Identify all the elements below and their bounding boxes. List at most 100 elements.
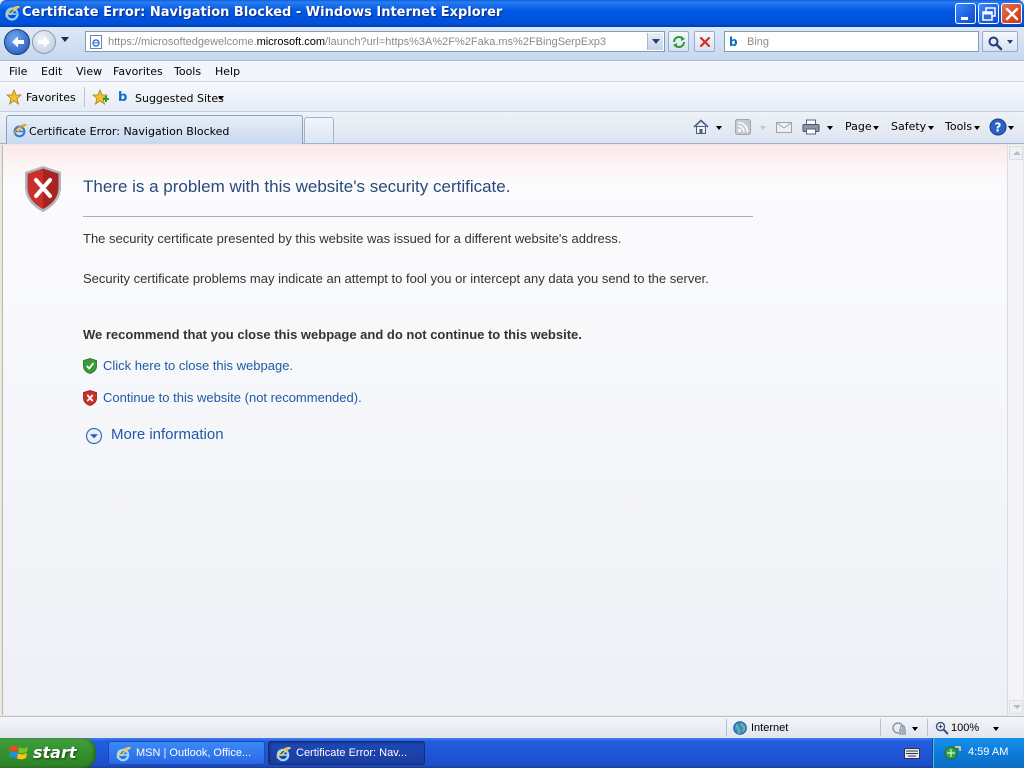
back-arrow-icon bbox=[12, 36, 24, 48]
search-button[interactable] bbox=[982, 31, 1018, 52]
scroll-down-button[interactable] bbox=[1009, 700, 1023, 714]
scroll-up-button[interactable] bbox=[1009, 146, 1023, 160]
start-label: start bbox=[33, 743, 77, 762]
status-separator bbox=[927, 719, 928, 736]
add-to-favorites-icon[interactable] bbox=[92, 89, 110, 105]
protected-mode-icon[interactable] bbox=[891, 720, 907, 736]
recommendation-text: We recommend that you close this webpage… bbox=[83, 327, 582, 342]
title-divider bbox=[83, 216, 753, 217]
menu-file[interactable]: File bbox=[9, 65, 27, 78]
favorites-star-icon[interactable] bbox=[6, 89, 22, 105]
error-description: The security certificate presented by th… bbox=[83, 231, 622, 246]
status-separator bbox=[726, 719, 727, 736]
chevron-down-icon[interactable] bbox=[1008, 126, 1014, 130]
shield-error-icon bbox=[25, 166, 61, 212]
chevron-down-icon[interactable] bbox=[827, 126, 833, 130]
tools-menu-button[interactable]: Tools bbox=[945, 120, 972, 133]
menu-help[interactable]: Help bbox=[215, 65, 240, 78]
compatibility-button[interactable] bbox=[668, 31, 689, 52]
taskbar-item-msn[interactable]: MSN | Outlook, Office... bbox=[108, 741, 265, 765]
chevron-down-icon[interactable] bbox=[912, 727, 918, 731]
windows-flag-icon bbox=[9, 745, 28, 760]
stop-icon bbox=[699, 36, 711, 48]
chevron-down-icon[interactable] bbox=[218, 96, 224, 100]
ie-logo-icon bbox=[276, 747, 291, 762]
shield-error-icon bbox=[83, 390, 97, 406]
title-bar[interactable]: Certificate Error: Navigation Blocked - … bbox=[0, 0, 1024, 27]
chevron-down-icon bbox=[1007, 40, 1013, 44]
new-tab-button[interactable] bbox=[304, 117, 334, 143]
address-field[interactable]: https://microsoftedgewelcome.microsoft.c… bbox=[85, 31, 665, 52]
tab-label: Certificate Error: Navigation Blocked bbox=[29, 125, 230, 138]
recent-pages-dropdown[interactable] bbox=[61, 37, 69, 42]
chevron-down-icon bbox=[873, 126, 879, 130]
menu-bar: File Edit View Favorites Tools Help bbox=[0, 61, 1024, 82]
more-information-link[interactable]: More information bbox=[111, 426, 224, 443]
close-webpage-link[interactable]: Click here to close this webpage. bbox=[103, 358, 293, 373]
favorites-separator bbox=[84, 87, 85, 107]
close-window-button[interactable] bbox=[1001, 3, 1022, 24]
search-input[interactable]: b Bing bbox=[724, 31, 979, 52]
menu-tools[interactable]: Tools bbox=[174, 65, 201, 78]
continue-to-website-link[interactable]: Continue to this website (not recommende… bbox=[103, 390, 362, 405]
safety-menu-button[interactable]: Safety bbox=[891, 120, 926, 133]
shield-ok-icon bbox=[83, 358, 97, 374]
zoom-level[interactable]: 100% bbox=[951, 722, 979, 734]
page-icon bbox=[90, 35, 102, 49]
bing-icon: b bbox=[729, 35, 738, 49]
url-prefix: https://microsoftedgewelcome. bbox=[108, 36, 257, 48]
vertical-scrollbar[interactable] bbox=[1007, 145, 1023, 715]
system-tray: 4:59 AM bbox=[932, 738, 1024, 768]
minimize-icon bbox=[961, 17, 968, 20]
tab-row: Certificate Error: Navigation Blocked Pa… bbox=[0, 112, 1024, 144]
forward-arrow-icon bbox=[38, 36, 50, 48]
search-placeholder: Bing bbox=[747, 36, 770, 48]
taskbar: start MSN | Outlook, Office... Certifica… bbox=[0, 738, 1024, 768]
page-menu-button[interactable]: Page bbox=[845, 120, 872, 133]
status-bar: Internet 100% bbox=[0, 716, 1024, 738]
stop-button[interactable] bbox=[694, 31, 715, 52]
ie-logo-icon bbox=[116, 747, 131, 762]
status-separator bbox=[880, 719, 881, 736]
print-icon[interactable] bbox=[802, 119, 820, 135]
ie-logo-icon bbox=[5, 6, 20, 21]
favorites-button[interactable]: Favorites bbox=[26, 91, 76, 104]
svg-text:?: ? bbox=[995, 121, 1002, 135]
refresh-icon bbox=[673, 36, 685, 48]
help-icon[interactable]: ? bbox=[989, 118, 1007, 136]
home-icon[interactable] bbox=[692, 118, 710, 136]
clock[interactable]: 4:59 AM bbox=[968, 746, 1008, 758]
menu-favorites[interactable]: Favorites bbox=[113, 65, 163, 78]
menu-view[interactable]: View bbox=[76, 65, 102, 78]
expand-circle-icon bbox=[85, 427, 103, 445]
read-mail-icon[interactable] bbox=[776, 120, 792, 134]
address-dropdown-button[interactable] bbox=[647, 33, 663, 50]
zoom-icon bbox=[935, 721, 949, 735]
tab-certificate-error[interactable]: Certificate Error: Navigation Blocked bbox=[6, 115, 303, 144]
back-button[interactable] bbox=[4, 29, 30, 55]
menu-edit[interactable]: Edit bbox=[41, 65, 62, 78]
url-domain: microsoft.com bbox=[256, 36, 326, 48]
chevron-down-icon[interactable] bbox=[716, 126, 722, 130]
taskbar-item-certificate-error[interactable]: Certificate Error: Nav... bbox=[268, 741, 425, 765]
restore-button[interactable] bbox=[978, 3, 999, 24]
feeds-icon[interactable] bbox=[735, 119, 751, 135]
address-url: https://microsoftedgewelcome.microsoft.c… bbox=[108, 36, 648, 48]
taskbar-item-label: MSN | Outlook, Office... bbox=[136, 747, 252, 759]
chevron-down-icon bbox=[928, 126, 934, 130]
page-content: There is a problem with this website's s… bbox=[2, 145, 1007, 715]
page-title: There is a problem with this website's s… bbox=[83, 177, 511, 196]
search-icon bbox=[988, 36, 1003, 51]
forward-button[interactable] bbox=[32, 30, 56, 54]
security-zone: Internet bbox=[751, 722, 789, 734]
keyboard-icon[interactable] bbox=[904, 748, 920, 759]
bing-icon: b bbox=[118, 90, 128, 105]
minimize-button[interactable] bbox=[955, 3, 976, 24]
chevron-down-icon[interactable] bbox=[993, 727, 999, 731]
chevron-down-icon bbox=[974, 126, 980, 130]
globe-icon bbox=[733, 721, 747, 735]
suggested-sites-button[interactable]: Suggested Sites bbox=[135, 92, 224, 105]
restore-icon bbox=[982, 7, 996, 21]
start-button[interactable]: start bbox=[0, 738, 96, 768]
network-icon[interactable] bbox=[943, 745, 961, 761]
